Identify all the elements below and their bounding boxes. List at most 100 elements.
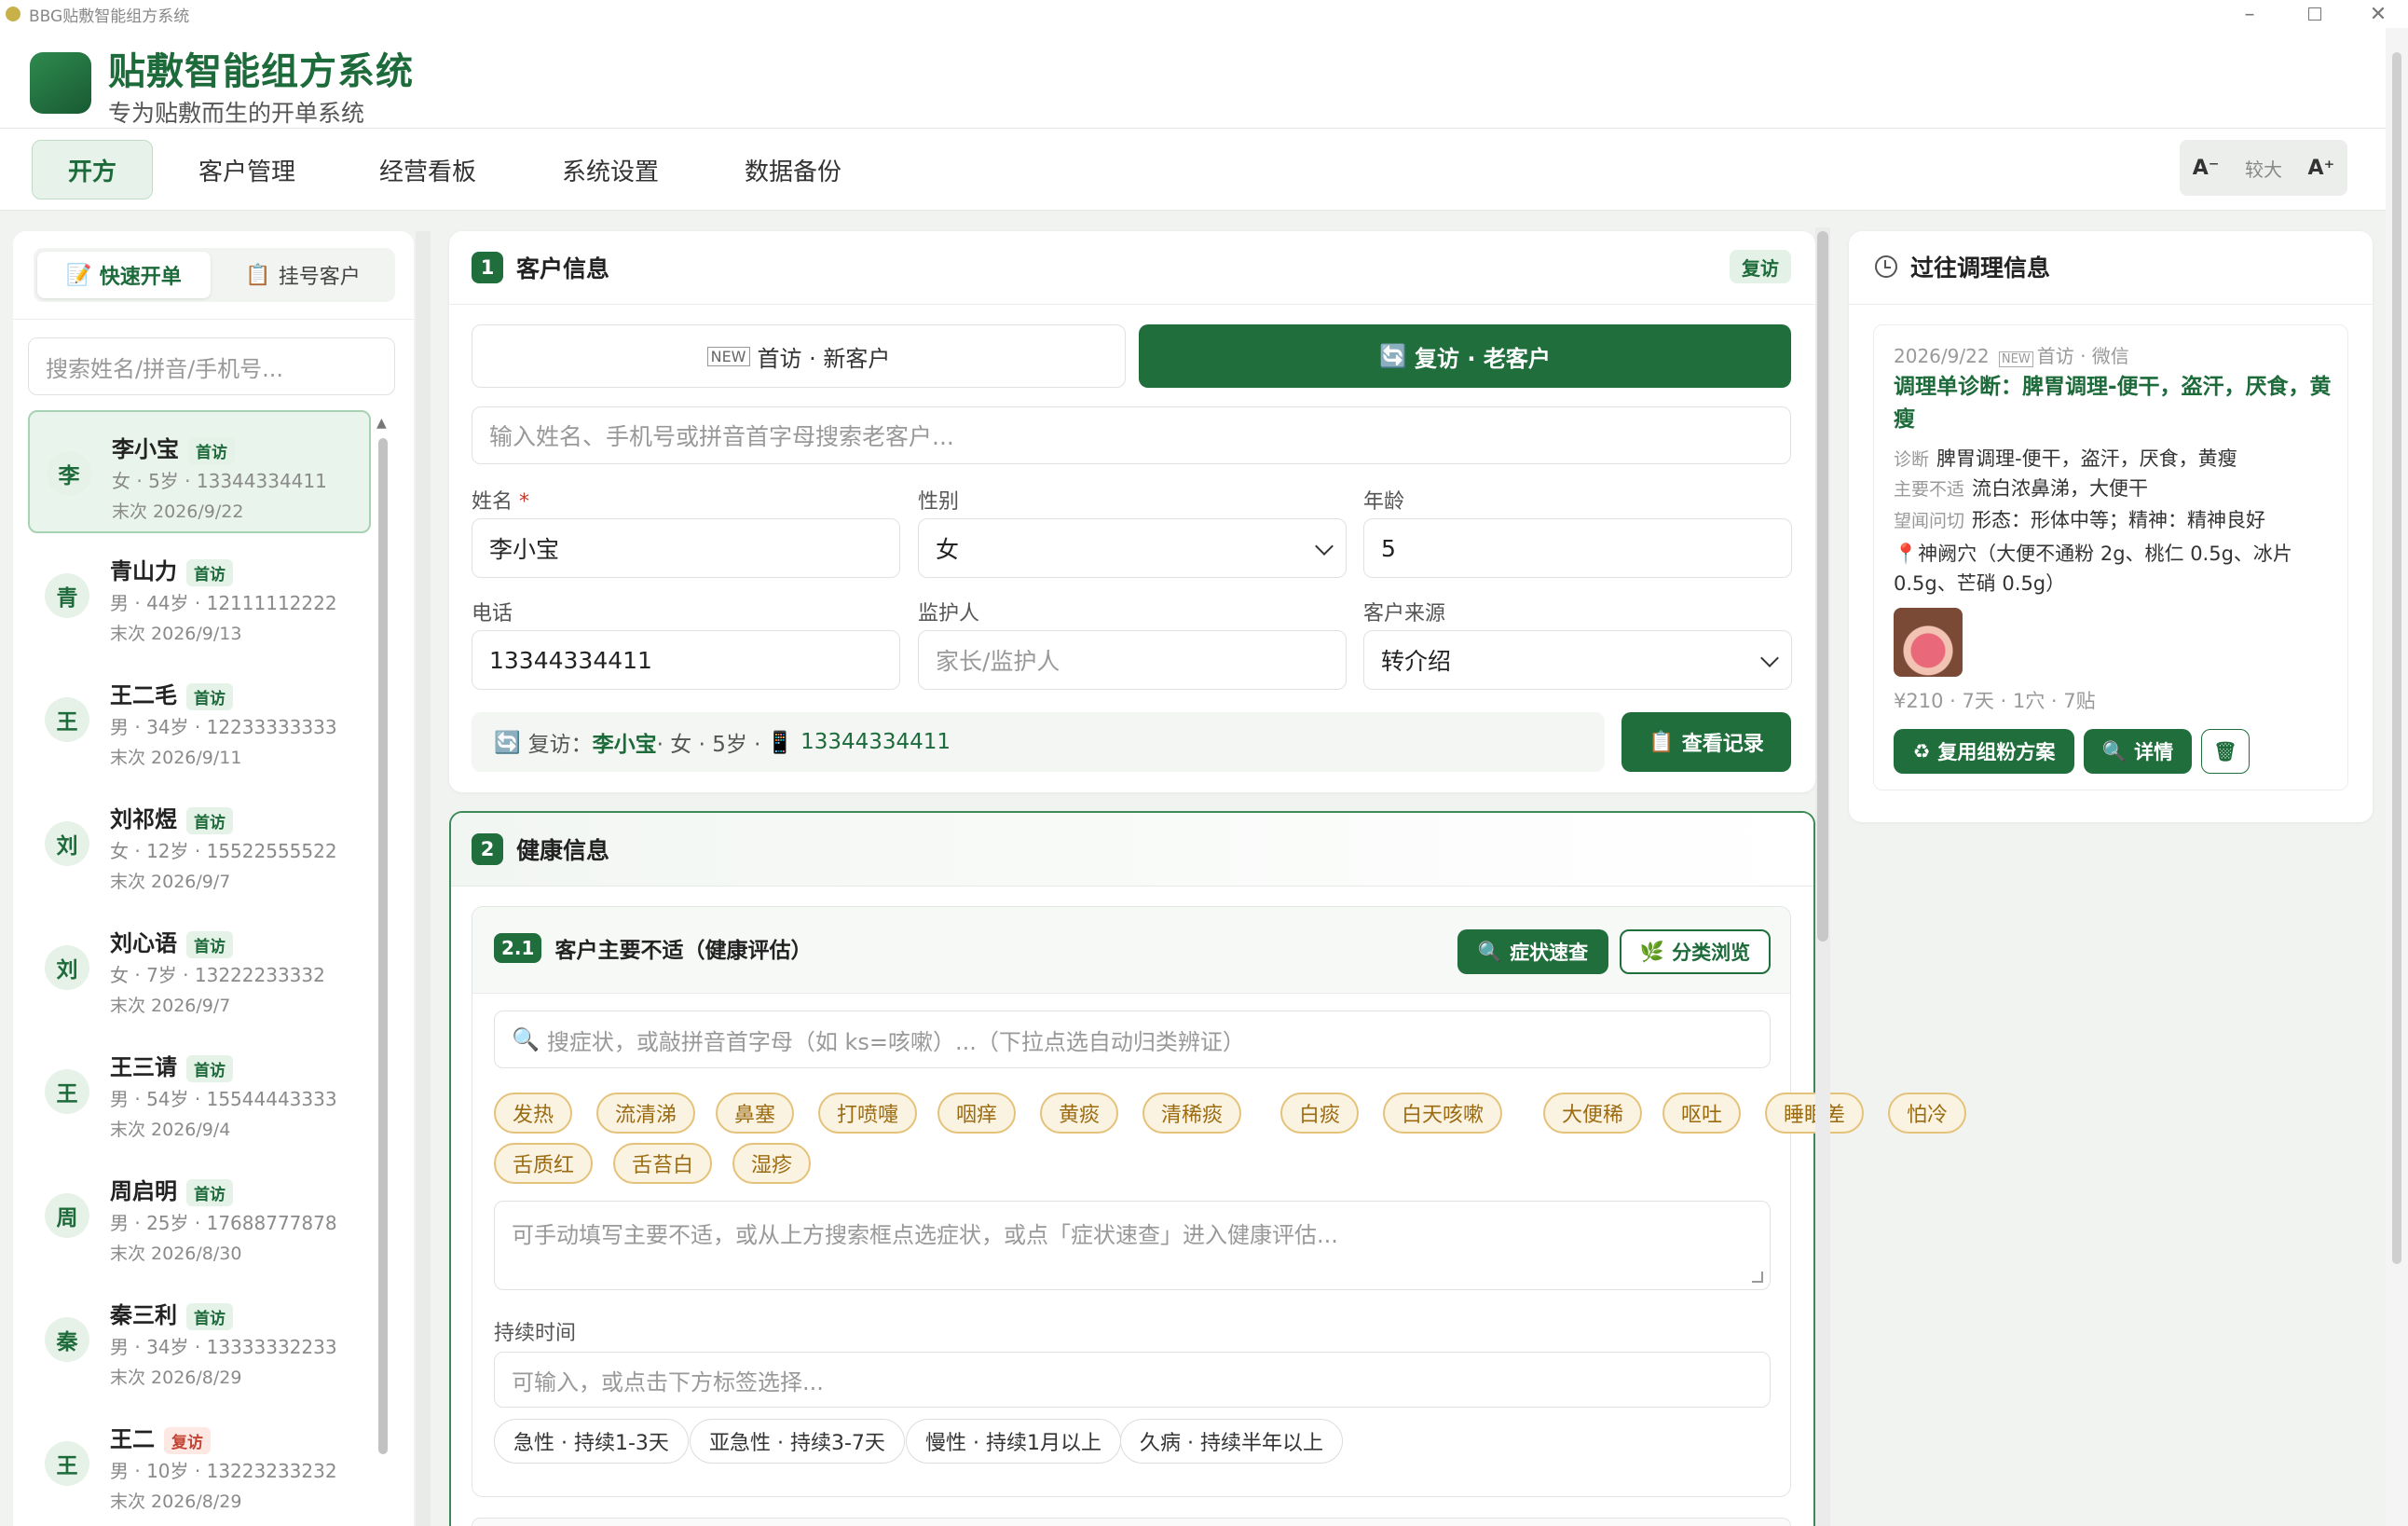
main-scrollbar[interactable] bbox=[1817, 231, 1828, 942]
customer-list-item[interactable]: 周周启明 首访男 · 25岁 · 17688777878 末次 2026/8/30 bbox=[28, 1154, 371, 1277]
symptom-tag[interactable]: 打喷嚏 bbox=[818, 1093, 918, 1134]
duration-tag[interactable]: 亚急性 · 持续3-7天 bbox=[690, 1419, 905, 1464]
age-input[interactable]: 5 bbox=[1363, 518, 1792, 578]
app-icon bbox=[6, 7, 21, 21]
resize-handle-icon[interactable] bbox=[1752, 1272, 1763, 1283]
phone-label: 电话 bbox=[472, 602, 513, 626]
symptom-tag[interactable]: 清稀痰 bbox=[1142, 1093, 1242, 1134]
font-decrease-button[interactable]: A⁻ bbox=[2193, 157, 2220, 180]
divider bbox=[1849, 304, 2373, 305]
symptom-tag[interactable]: 发热 bbox=[494, 1093, 573, 1134]
tongue-photo-thumbnail[interactable] bbox=[1894, 608, 1963, 677]
duration-tag[interactable]: 急性 · 持续1-3天 bbox=[494, 1419, 689, 1464]
customer-last-visit: 末次 2026/9/22 bbox=[112, 502, 244, 522]
customer-list-item[interactable]: 刘刘心语 首访女 · 7岁 · 13222233332 末次 2026/9/7 bbox=[28, 906, 371, 1029]
tab-quick-order[interactable]: 📝 快速开单 bbox=[37, 252, 211, 298]
avatar: 王 bbox=[45, 697, 89, 742]
maximize-icon[interactable] bbox=[2296, 0, 2333, 28]
phone-icon: 📱 bbox=[766, 730, 794, 755]
record-complaint: 主要不适 流白浓鼻涕，大便干 bbox=[1894, 477, 2149, 500]
font-size-control: A⁻ 较大 A⁺ bbox=[2180, 140, 2347, 196]
customer-search-input[interactable]: 搜索姓名/拼音/手机号... bbox=[28, 337, 395, 395]
tab-prescribe[interactable]: 开方 bbox=[32, 140, 153, 199]
symptom-tag[interactable]: 睡眠差 bbox=[1765, 1093, 1865, 1134]
detail-button[interactable]: 🔍 详情 bbox=[2084, 729, 2192, 774]
customer-last-visit: 末次 2026/8/29 bbox=[110, 1368, 242, 1388]
phone-input[interactable]: 13344334411 bbox=[472, 630, 900, 690]
customer-list-item[interactable]: 王王二毛 首访男 · 34岁 · 12233333333 末次 2026/9/11 bbox=[28, 658, 371, 781]
tab-dashboard[interactable]: 经营看板 bbox=[358, 140, 498, 199]
customer-list-item[interactable]: 王王二 复访男 · 10岁 · 13223233232 末次 2026/8/29 bbox=[28, 1402, 371, 1525]
minimize-icon[interactable]: – bbox=[2231, 0, 2268, 28]
tab-backup[interactable]: 数据备份 bbox=[723, 140, 863, 199]
symptom-quick-check-button[interactable]: 🔍 症状速查 bbox=[1457, 929, 1608, 974]
symptom-tag[interactable]: 舌苔白 bbox=[613, 1143, 713, 1184]
summary-info: · 女 · 5岁 · bbox=[656, 733, 761, 757]
symptom-search-input[interactable]: 🔍 搜症状，或敲拼音首字母（如 ks=咳嗽）...（下拉点选自动归类辨证） bbox=[494, 1010, 1771, 1068]
name-input[interactable]: 李小宝 bbox=[472, 518, 900, 578]
customer-last-visit: 末次 2026/8/30 bbox=[110, 1244, 242, 1264]
record-exam: 望闻问切 形态：形体中等；精神：精神良好 bbox=[1894, 509, 2266, 531]
symptom-tag[interactable]: 呕吐 bbox=[1662, 1093, 1742, 1134]
source-select[interactable]: 转介绍 bbox=[1363, 630, 1792, 690]
delete-button[interactable]: 🗑 bbox=[2201, 729, 2250, 774]
duration-tag[interactable]: 久病 · 持续半年以上 bbox=[1120, 1419, 1343, 1464]
mode-new-customer-button[interactable]: NEW 首访 · 新客户 bbox=[472, 324, 1126, 388]
symptom-tag[interactable]: 湿疹 bbox=[732, 1143, 812, 1184]
symptom-tag[interactable]: 流清涕 bbox=[596, 1093, 696, 1134]
refresh-icon: 🔄 bbox=[494, 730, 521, 755]
old-customer-search-input[interactable]: 输入姓名、手机号或拼音首字母搜索老客户... bbox=[472, 406, 1791, 464]
view-records-button[interactable]: 📋 查看记录 bbox=[1621, 712, 1791, 772]
symptom-tag[interactable]: 白痰 bbox=[1280, 1093, 1360, 1134]
chevron-down-icon bbox=[1315, 537, 1334, 556]
app-logo bbox=[30, 52, 91, 114]
sidebar-scrollbar[interactable] bbox=[378, 438, 388, 1454]
symptom-tag[interactable]: 大便稀 bbox=[1543, 1093, 1643, 1134]
avatar: 王 bbox=[45, 1069, 89, 1114]
customer-name-row: 王三请 首访 bbox=[110, 1049, 233, 1082]
guardian-input[interactable]: 家长/监护人 bbox=[918, 630, 1347, 690]
guardian-label: 监护人 bbox=[918, 602, 980, 626]
duration-input[interactable]: 可输入，或点击下方标签选择... bbox=[494, 1352, 1771, 1408]
clock-icon bbox=[1875, 255, 1897, 278]
symptom-tag[interactable]: 咽痒 bbox=[937, 1093, 1017, 1134]
tab-registered[interactable]: 📋 挂号客户 bbox=[216, 252, 390, 298]
duration-tag[interactable]: 慢性 · 持续1月以上 bbox=[906, 1419, 1121, 1464]
avatar: 王 bbox=[45, 1441, 89, 1486]
symptom-tag[interactable]: 白天咳嗽 bbox=[1383, 1093, 1503, 1134]
font-increase-button[interactable]: A⁺ bbox=[2308, 157, 2335, 180]
symptom-tag[interactable]: 舌质红 bbox=[494, 1143, 594, 1184]
avatar: 秦 bbox=[45, 1317, 89, 1362]
tab-customers[interactable]: 客户管理 bbox=[177, 140, 317, 199]
gender-select[interactable]: 女 bbox=[918, 518, 1347, 578]
complaint-textarea[interactable]: 可手动填写主要不适，或从上方搜索框点选症状，或点「症状速查」进入健康评估... bbox=[494, 1201, 1771, 1290]
close-icon[interactable]: ✕ bbox=[2360, 0, 2397, 28]
mode-return-customer-button[interactable]: 🔄 复访 · 老客户 bbox=[1139, 324, 1791, 388]
app-slogan: 专为贴敷而生的开单系统 bbox=[108, 100, 365, 127]
window-scrollbar[interactable] bbox=[2392, 52, 2401, 1264]
tab-settings[interactable]: 系统设置 bbox=[540, 140, 680, 199]
customer-meta: 女 · 5岁 · 13344334411 bbox=[112, 470, 327, 492]
customer-name: 刘祁煜 bbox=[110, 806, 177, 832]
section-number: 1 bbox=[472, 252, 503, 283]
customer-list-item[interactable]: 王王三请 首访男 · 54岁 · 15544443333 末次 2026/9/4 bbox=[28, 1030, 371, 1153]
customer-last-visit: 末次 2026/9/4 bbox=[110, 1120, 231, 1140]
symptom-tag[interactable]: 黄痰 bbox=[1040, 1093, 1119, 1134]
customer-list-item[interactable]: 李李小宝 首访女 · 5岁 · 13344334411 末次 2026/9/22 bbox=[28, 410, 371, 533]
scroll-up-icon[interactable]: ▲ bbox=[376, 416, 387, 431]
reuse-plan-button[interactable]: ♻ 复用组粉方案 bbox=[1894, 729, 2074, 774]
return-visit-summary: 🔄 复访： 李小宝 · 女 · 5岁 · 📱 13344334411 bbox=[472, 712, 1605, 772]
category-browse-button[interactable]: 🌿 分类浏览 bbox=[1620, 929, 1771, 974]
avatar: 周 bbox=[45, 1193, 89, 1238]
clipboard-icon: 📋 bbox=[1649, 730, 1675, 754]
record-acupoint: 📍神阙穴（大便不通粉 2g、桃仁 0.5g、冰片 0.5g、芒硝 0.5g） bbox=[1894, 539, 2337, 598]
subsection-complaint-title: 2.1 客户主要不适（健康评估） bbox=[494, 932, 812, 964]
symptom-tag[interactable]: 鼻塞 bbox=[716, 1093, 795, 1134]
customer-list-item[interactable]: 刘刘祁煜 首访女 · 12岁 · 15522555522 末次 2026/9/7 bbox=[28, 782, 371, 905]
section-customer-info-title: 1 客户信息 bbox=[472, 251, 609, 284]
customer-last-visit: 末次 2026/9/7 bbox=[110, 996, 231, 1016]
symptom-tag[interactable]: 怕冷 bbox=[1888, 1093, 1967, 1134]
customer-list-item[interactable]: 青青山力 首访男 · 44岁 · 12111112222 末次 2026/9/13 bbox=[28, 534, 371, 657]
customer-list-item[interactable]: 秦秦三利 首访男 · 34岁 · 13333332233 末次 2026/8/29 bbox=[28, 1278, 371, 1401]
customer-name: 青山力 bbox=[110, 558, 177, 584]
